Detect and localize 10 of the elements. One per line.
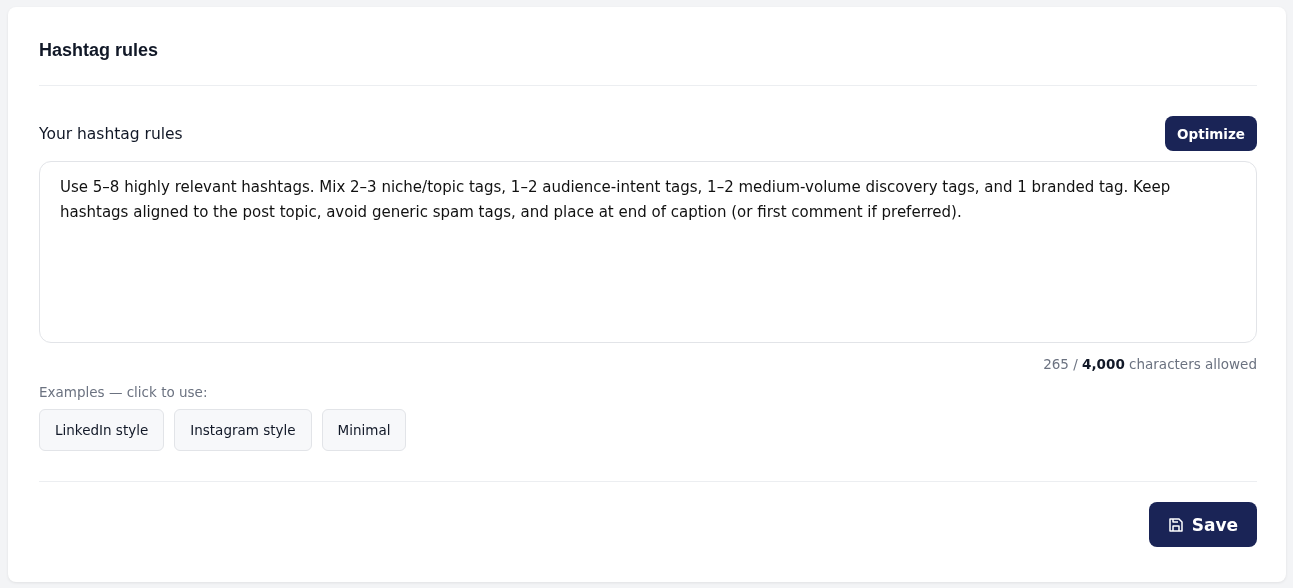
example-chip[interactable]: Minimal <box>321 409 407 451</box>
save-button[interactable]: Save <box>1148 502 1257 547</box>
section-title: Hashtag rules <box>39 39 159 62</box>
field-label: Your hashtag rules <box>39 124 183 143</box>
character-counter: 265 / 4,000 characters allowed <box>1043 356 1257 372</box>
examples-label: Examples — click to use: <box>39 384 208 400</box>
example-chip[interactable]: LinkedIn style <box>39 409 165 451</box>
example-chip[interactable]: Instagram style <box>174 409 312 451</box>
rules-text-area[interactable]: Use 5–8 highly relevant hashtags. Mix 2–3 niche/topic tags, 1–2 audience-intent tags, 1–2 medium-volume discovery tags, and 1 branded tag. Keep hashtags aligned to the post topic, avoid generic spam tags, and place at end of caption (or first comment if preferred). <box>39 161 1257 343</box>
optimize-button[interactable]: Optimize <box>1165 116 1257 151</box>
